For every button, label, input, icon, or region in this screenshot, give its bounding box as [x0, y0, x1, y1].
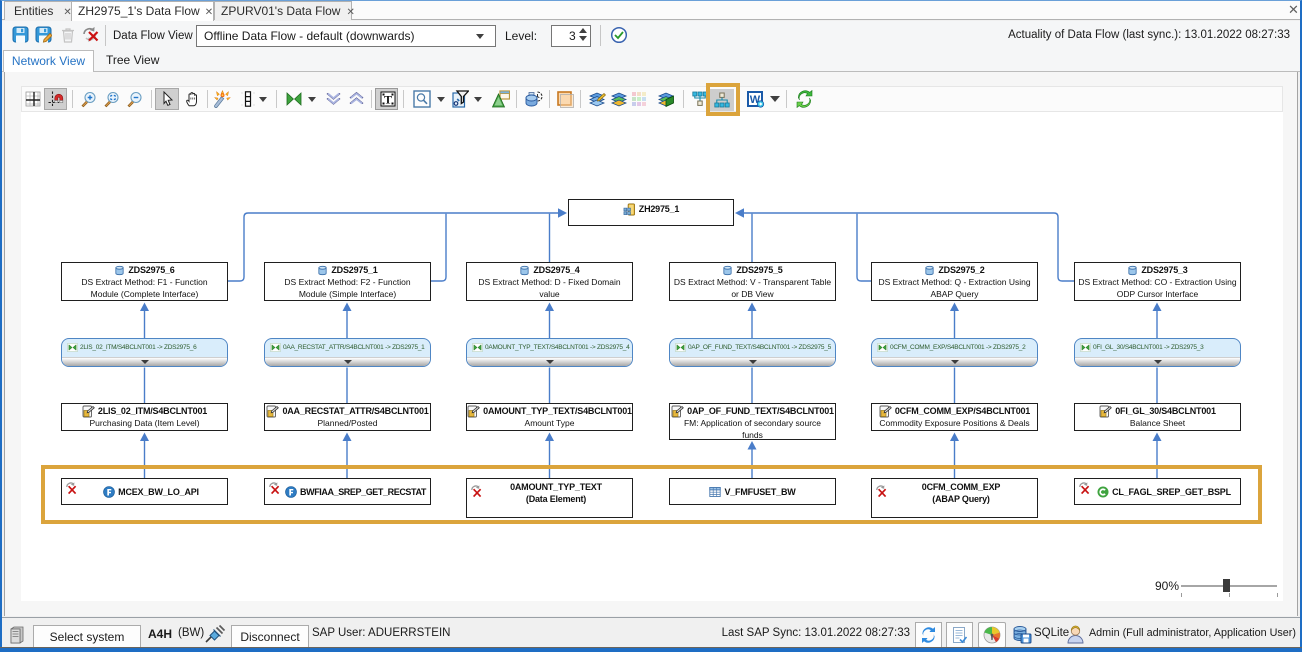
svg-text:T: T: [384, 93, 392, 107]
